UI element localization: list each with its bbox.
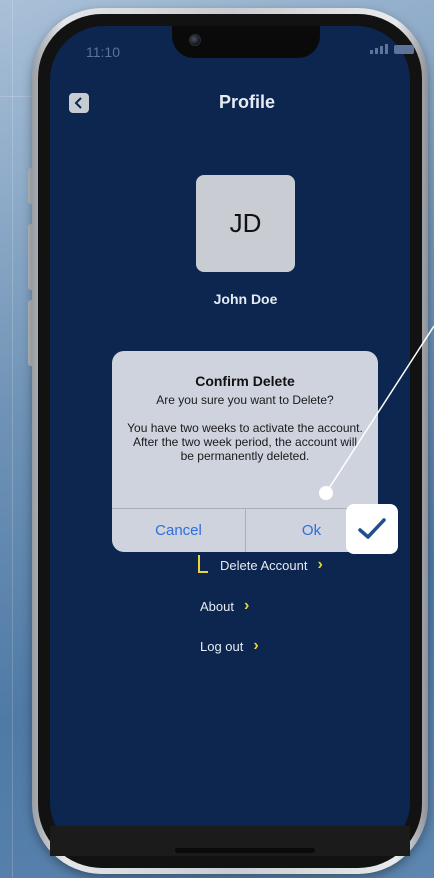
menu-item-label: Delete Account [220, 557, 308, 573]
dialog-detail: You have two weeks to activate the accou… [127, 421, 363, 463]
battery-icon [394, 45, 414, 54]
chevron-right-icon: › [243, 597, 250, 614]
checkmark-icon [358, 518, 386, 539]
menu-item-label: Log out [200, 638, 244, 654]
status-time: 11:10 [86, 44, 120, 60]
camera-icon [189, 34, 201, 46]
background-divider [12, 0, 13, 878]
chevron-right-icon: › [317, 556, 323, 573]
confirm-delete-dialog: Confirm Delete Are you sure you want to … [112, 351, 378, 552]
user-name: John Doe [213, 291, 278, 307]
avatar: JD [196, 175, 295, 272]
signal-icon [370, 44, 388, 54]
menu-item-delete-account[interactable]: Delete Account › [220, 556, 323, 574]
page-title: Profile [218, 92, 275, 112]
avatar-initials: JD [229, 208, 262, 238]
dialog-message: Are you sure you want to Delete? You hav… [126, 393, 364, 463]
dialog-question: Are you sure you want to Delete? [156, 393, 334, 407]
menu-item-log-out[interactable]: Log out › [200, 637, 259, 655]
home-indicator[interactable] [175, 848, 315, 853]
cancel-button[interactable]: Cancel [112, 509, 245, 552]
chevron-right-icon: › [253, 637, 259, 654]
status-icons [370, 44, 414, 54]
menu-item-label: About [200, 598, 234, 614]
menu-item-about[interactable]: About › [200, 597, 249, 615]
dialog-title: Confirm Delete [195, 373, 295, 389]
annotation-dot [319, 486, 333, 500]
tree-connector-icon [198, 555, 208, 573]
annotation-checkmark [346, 504, 398, 554]
